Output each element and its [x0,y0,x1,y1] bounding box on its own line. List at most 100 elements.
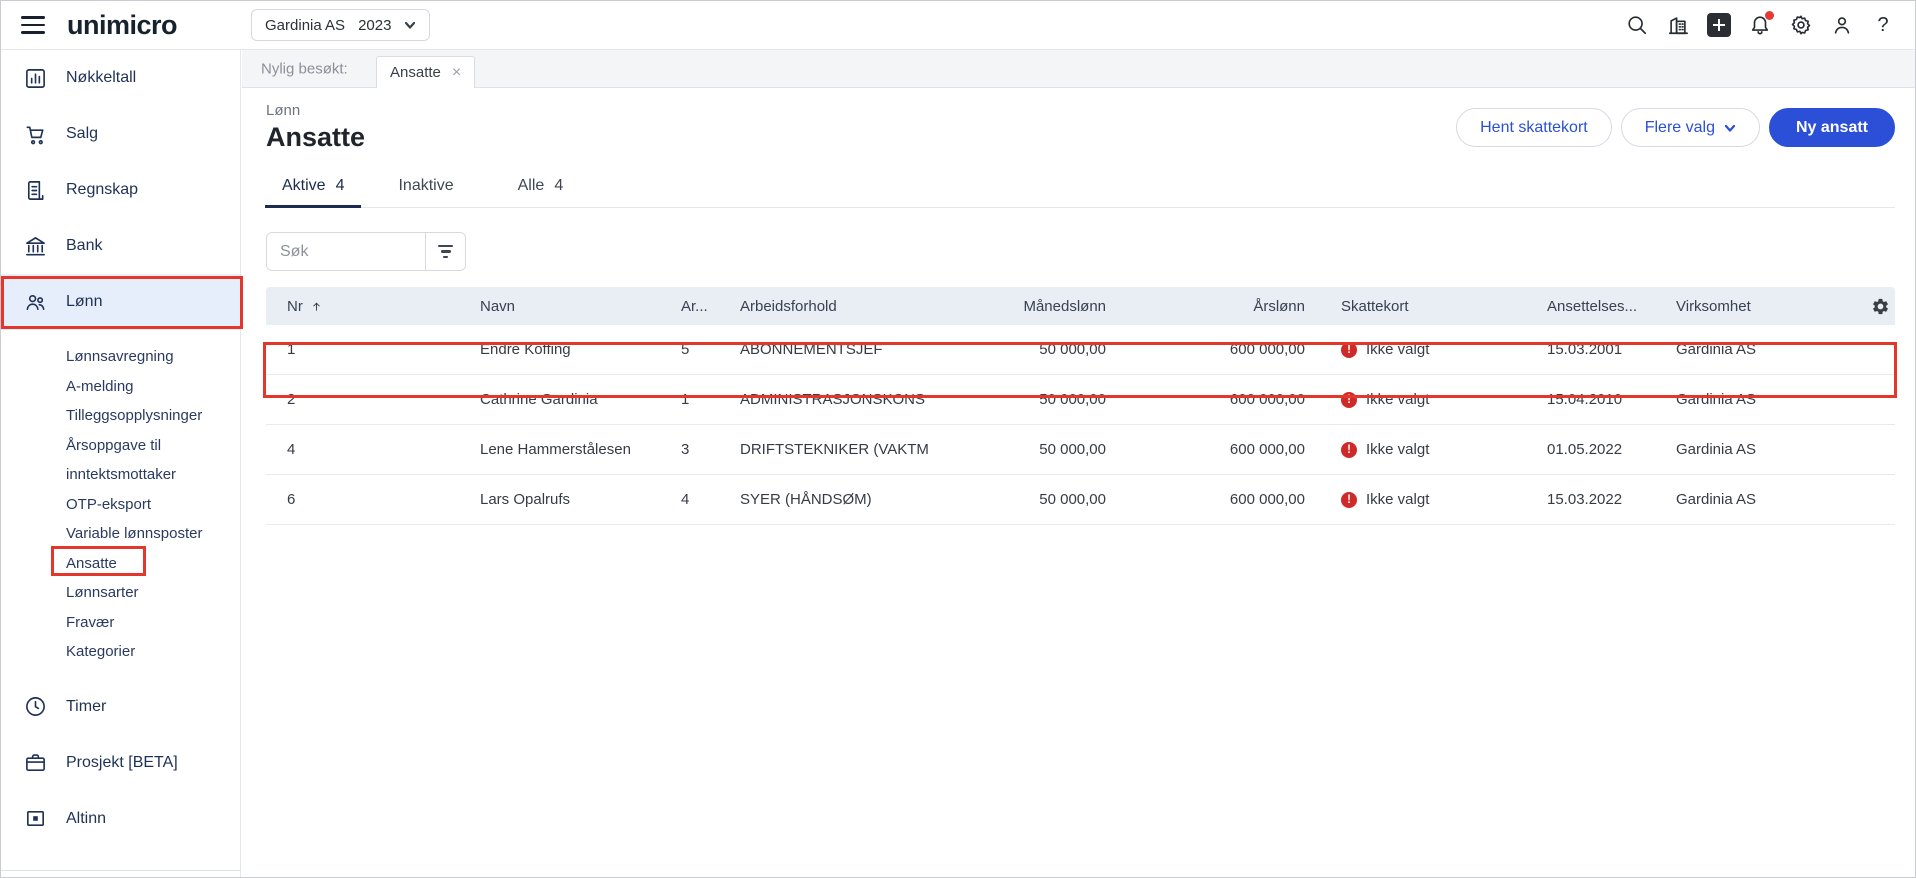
shopping-cart-icon [26,125,44,144]
column-header-virksomhet[interactable]: Virksomhet [1676,298,1865,315]
sidebar-item-label: Bank [66,237,103,254]
search-box [266,232,466,271]
error-icon: ! [1341,491,1357,508]
document-icon [27,180,44,200]
close-icon[interactable]: × [452,64,461,81]
table-header: Nr Navn Ar... Arbeidsforhold Månedslønn … [266,287,1895,325]
filter-icon [438,244,453,247]
recently-visited-label: Nylig besøkt: [261,60,348,77]
column-header-arslonn[interactable]: Årslønn [1108,298,1307,315]
people-icon [26,294,45,310]
status-filter-tabs: Aktive 4 Inaktive Alle 4 [265,177,1895,208]
briefcase-icon [26,754,45,771]
sidebar-item-label: Timer [66,697,107,715]
altinn-icon [27,810,44,827]
column-header-navn[interactable]: Navn [480,298,681,315]
submenu-item-a-melding[interactable]: A-melding [66,372,226,402]
submenu-item-tilleggsopplysninger[interactable]: Tilleggsopplysninger [66,401,226,431]
notifications-bell-icon[interactable] [1748,11,1774,37]
submenu-item-ansatte[interactable]: Ansatte [66,549,226,579]
ny-ansatt-button[interactable]: Ny ansatt [1768,108,1895,147]
sidebar-item-timer[interactable]: Timer [1,679,240,735]
tab-inaktive[interactable]: Inaktive [381,177,480,207]
search-row [266,232,1915,271]
table-row-employee-4[interactable]: 4 Lene Hammerstålesen 3 DRIFTSTEKNIKER (… [266,425,1895,475]
flere-valg-button[interactable]: Flere valg [1620,108,1760,147]
submenu-item-otp-eksport[interactable]: OTP-eksport [66,490,226,520]
tab-count: 4 [335,177,345,194]
employees-table: Nr Navn Ar... Arbeidsforhold Månedslønn … [266,287,1895,525]
table-row-employee-2[interactable]: 2 Cathrine Gardinia 1 ADMINISTRASJONSKON… [266,375,1895,425]
app-window: unimicro Gardinia AS 2023 ? Nøkkeltall S… [0,0,1916,878]
column-header-ansettelses[interactable]: Ansettelses... [1547,298,1676,315]
lonn-submenu: Lønnsavregning A-melding Tilleggsopplysn… [1,342,240,667]
page-title: Ansatte [266,122,366,152]
submenu-item-arsoppgave[interactable]: Årsoppgave til inntektsmottaker [66,431,226,490]
page-header: Lønn Ansatte Hent skattekort Flere valg … [242,88,1915,153]
breadcrumb: Lønn [266,102,301,119]
column-header-nr[interactable]: Nr [266,298,480,315]
error-icon: ! [1341,391,1357,408]
clock-icon [26,697,45,716]
recently-visited-bar: Nylig besøkt: Ansatte × [242,50,1915,88]
tab-aktive[interactable]: Aktive 4 [265,177,362,208]
column-header-manedslonn[interactable]: Månedslønn [962,298,1108,315]
column-header-arbeidsforhold[interactable]: Arbeidsforhold [740,298,962,315]
company-name: Gardinia AS [265,16,346,34]
submenu-item-lonnsavregning[interactable]: Lønnsavregning [66,342,226,372]
sidebar-item-label: Salg [66,125,99,142]
main-content: Nylig besøkt: Ansatte × Lønn Ansatte Hen… [242,50,1915,877]
topbar: unimicro Gardinia AS 2023 ? [1,1,1915,50]
fiscal-year: 2023 [358,16,392,34]
quick-add-icon[interactable] [1707,13,1731,37]
bar-chart-icon [26,68,45,88]
company-building-icon[interactable] [1666,13,1690,37]
sidebar-item-salg[interactable]: Salg [1,106,240,162]
sidebar-item-label: Prosjekt [BETA] [66,753,178,771]
sidebar-item-nokkeltall[interactable]: Nøkkeltall [1,50,240,106]
topbar-icons: ? [1625,11,1895,37]
sidebar-item-bank[interactable]: Bank [1,218,240,274]
search-icon[interactable] [1625,13,1649,37]
bank-icon [26,236,45,255]
sidebar-divider [1,870,241,871]
table-row-employee-1[interactable]: 1 Endre Koffing 5 ABONNEMENTSJEF 50 000,… [266,325,1895,375]
employee-name: Endre Koffing [480,341,571,358]
sidebar-item-altinn[interactable]: Altinn [1,791,240,847]
sidebar-item-regnskap[interactable]: Regnskap [1,162,240,218]
chevron-down-icon [1724,124,1736,132]
column-header-skattekort[interactable]: Skattekort [1307,298,1547,315]
column-settings-gear-icon[interactable] [1865,297,1895,316]
submenu-item-fravaer[interactable]: Fravær [66,608,226,638]
hent-skattekort-button[interactable]: Hent skattekort [1456,108,1612,147]
header-actions: Hent skattekort Flere valg Ny ansatt [1456,108,1895,147]
recent-tab-label: Ansatte [390,64,441,81]
employee-name: Lene Hammerstålesen [480,441,631,458]
error-icon: ! [1341,441,1357,458]
help-icon[interactable]: ? [1871,13,1895,37]
recent-tab-ansatte[interactable]: Ansatte × [376,56,476,88]
search-input[interactable] [267,233,425,270]
error-icon: ! [1341,341,1357,358]
filter-button[interactable] [425,233,465,270]
submenu-item-variable-lonnsposter[interactable]: Variable lønnsposter [66,519,226,549]
settings-gear-icon[interactable] [1789,13,1813,37]
user-profile-icon[interactable] [1830,13,1854,37]
hamburger-menu-icon[interactable] [21,16,45,34]
submenu-item-lonnsarter[interactable]: Lønnsarter [66,578,226,608]
employee-name: Lars Opalrufs [480,491,571,508]
notification-badge [1765,11,1774,20]
table-row-employee-6[interactable]: 6 Lars Opalrufs 4 SYER (HÅNDSØM) 50 000,… [266,475,1895,525]
sidebar-item-lonn[interactable]: Lønn [1,274,240,330]
sidebar-item-label: Nøkkeltall [66,69,137,86]
employee-name: Cathrine Gardinia [480,391,598,408]
sidebar-item-prosjekt[interactable]: Prosjekt [BETA] [1,735,240,791]
sidebar-item-label: Altinn [66,809,107,827]
sidebar-bottom-group: Timer Prosjekt [BETA] Altinn [1,679,240,847]
app-logo: unimicro [67,9,178,40]
company-year-selector[interactable]: Gardinia AS 2023 [251,9,431,41]
sidebar-item-label: Lønn [66,293,103,310]
column-header-ar[interactable]: Ar... [681,298,740,315]
tab-alle[interactable]: Alle 4 [501,177,581,207]
submenu-item-kategorier[interactable]: Kategorier [66,637,226,667]
